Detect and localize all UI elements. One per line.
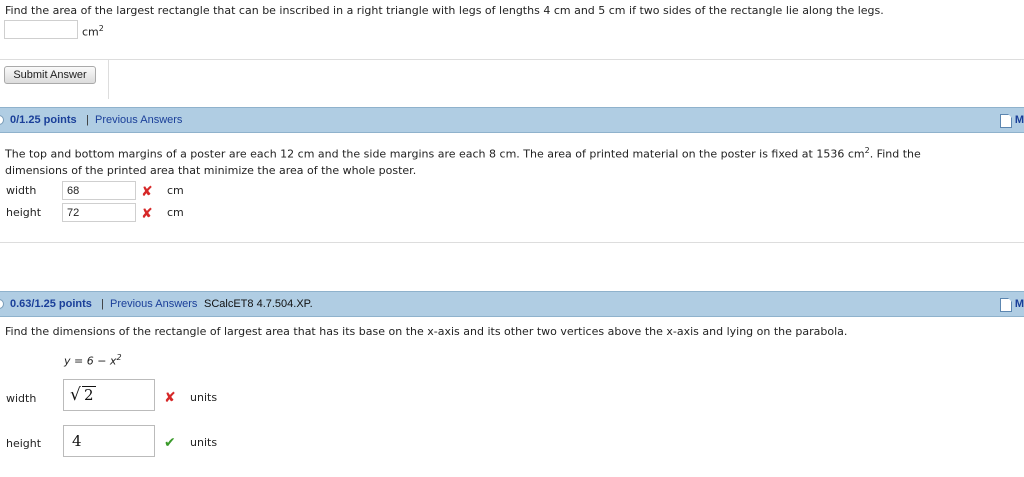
q3-note-icon[interactable] — [1000, 298, 1012, 312]
q2-height-label: height — [6, 206, 42, 219]
q3-height-unit: units — [190, 436, 218, 449]
q1-prompt: Find the area of the largest rectangle t… — [5, 4, 884, 17]
divider-vertical — [108, 59, 109, 99]
q2-prompt-line1-b: . Find the — [869, 147, 921, 161]
q2-separator: | — [86, 114, 89, 126]
q3-height-correct-icon: ✔ — [164, 435, 176, 451]
q2-width-input[interactable] — [62, 181, 136, 200]
q1-unit-exp: 2 — [98, 24, 104, 33]
q1-unit: cm2 — [82, 24, 104, 39]
q2-width-wrong-icon: ✘ — [141, 184, 153, 200]
q3-prompt: Find the dimensions of the rectangle of … — [5, 325, 848, 338]
q2-note-icon[interactable] — [1000, 114, 1012, 128]
q3-width-label: width — [6, 392, 37, 405]
q3-height-value: 4 — [72, 432, 82, 450]
q1-unit-base: cm — [82, 25, 99, 39]
q3-width-radicand: 2 — [82, 386, 96, 404]
q3-header-bar: 0.63/1.25 points | Previous Answers SCal… — [0, 291, 1024, 317]
q3-equation-lhs: y = 6 − x — [64, 354, 117, 368]
q1-area-input[interactable] — [4, 20, 78, 39]
q3-height-input[interactable]: 4 — [63, 425, 155, 457]
q2-header-bar: 0/1.25 points | Previous Answers M — [0, 107, 1024, 133]
q2-prompt-line2: dimensions of the printed area that mini… — [5, 164, 417, 177]
q2-width-label: width — [6, 184, 37, 197]
q2-prompt-line1-a: The top and bottom margins of a poster a… — [5, 147, 865, 161]
q3-height-label: height — [6, 437, 42, 450]
q2-height-wrong-icon: ✘ — [141, 206, 153, 222]
q3-equation-exp: 2 — [116, 353, 122, 362]
divider — [0, 242, 1024, 243]
submit-answer-button[interactable]: Submit Answer — [4, 66, 96, 84]
q3-points: 0.63/1.25 points — [10, 298, 92, 310]
q3-width-input[interactable]: √ 2 — [63, 379, 155, 411]
q2-height-unit: cm — [167, 206, 184, 219]
q2-side-marker: M — [1014, 114, 1024, 126]
q3-status-bullet — [0, 299, 4, 309]
q2-points: 0/1.25 points — [10, 114, 77, 126]
q3-equation: y = 6 − x2 — [64, 353, 122, 368]
q2-width-unit: cm — [167, 184, 184, 197]
divider — [0, 59, 1024, 60]
q3-width-wrong-icon: ✘ — [164, 390, 176, 406]
q3-separator: | — [101, 298, 104, 310]
q2-height-input[interactable] — [62, 203, 136, 222]
q3-source-reference: SCalcET8 4.7.504.XP. — [204, 298, 313, 310]
q2-previous-answers-link[interactable]: Previous Answers — [95, 114, 182, 126]
q2-prompt-line1: The top and bottom margins of a poster a… — [5, 146, 921, 161]
sqrt-symbol: √ — [70, 385, 81, 405]
q3-side-marker: M — [1014, 298, 1024, 310]
q2-status-bullet — [0, 115, 4, 125]
q3-width-unit: units — [190, 391, 218, 404]
q3-previous-answers-link[interactable]: Previous Answers — [110, 298, 197, 310]
